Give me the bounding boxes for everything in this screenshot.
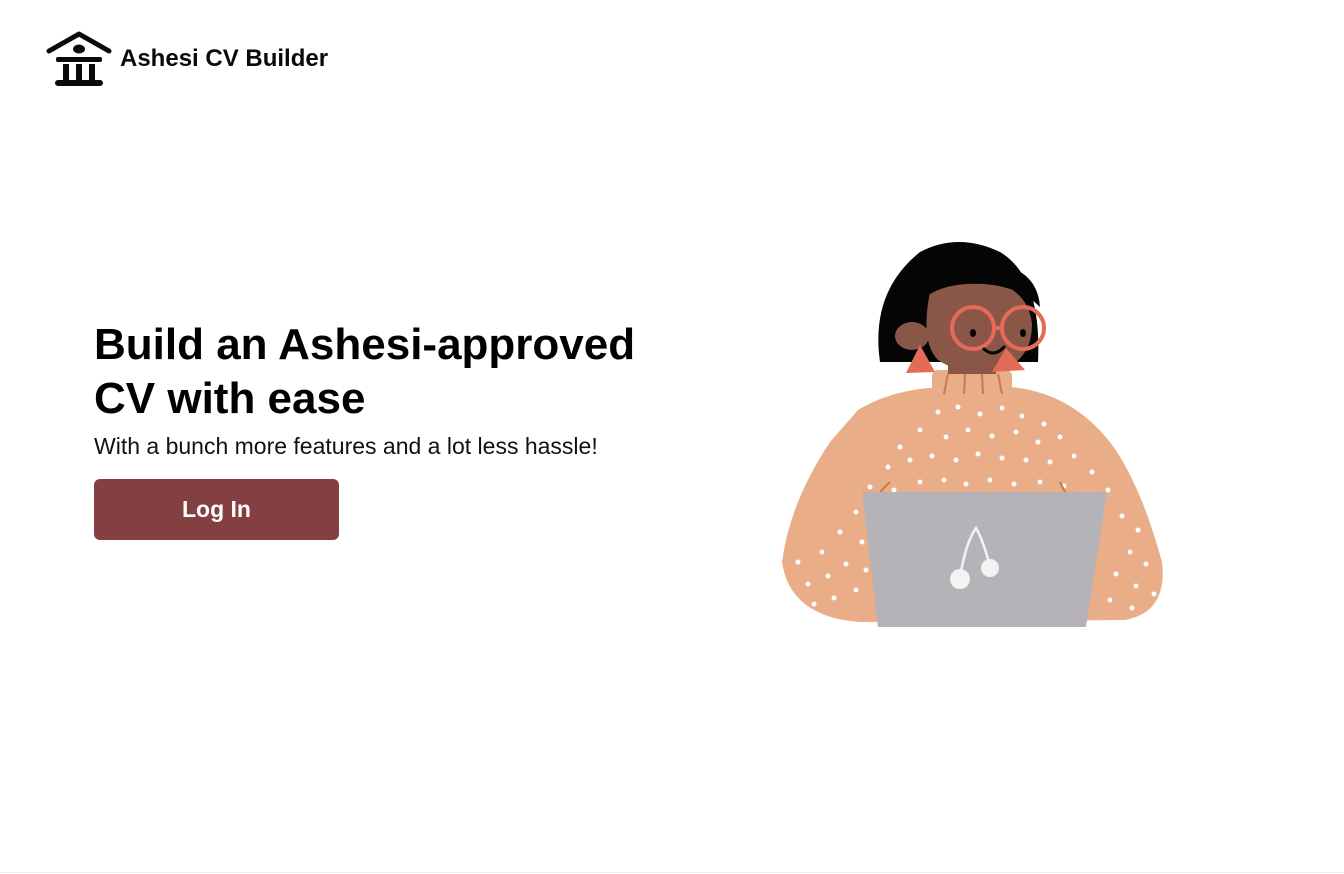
app-header: Ashesi CV Builder — [46, 30, 328, 88]
page-divider — [0, 872, 1344, 873]
hero-headline-line2: CV with ease — [94, 374, 366, 423]
school-building-icon — [46, 31, 112, 86]
hero-headline-line1: Build an Ashesi-approved — [94, 320, 636, 369]
hero-headline: Build an Ashesi-approved CV with ease — [94, 318, 714, 426]
landing-page: Ashesi CV Builder Build an Ashesi-approv… — [0, 0, 1344, 874]
app-title: Ashesi CV Builder — [120, 45, 329, 72]
hero-subheadline: With a bunch more features and a lot les… — [94, 433, 598, 459]
hero-section: Build an Ashesi-approved CV with ease Wi… — [94, 318, 714, 460]
login-button[interactable]: Log In — [94, 479, 339, 540]
woman-with-laptop-illustration — [782, 242, 1163, 627]
